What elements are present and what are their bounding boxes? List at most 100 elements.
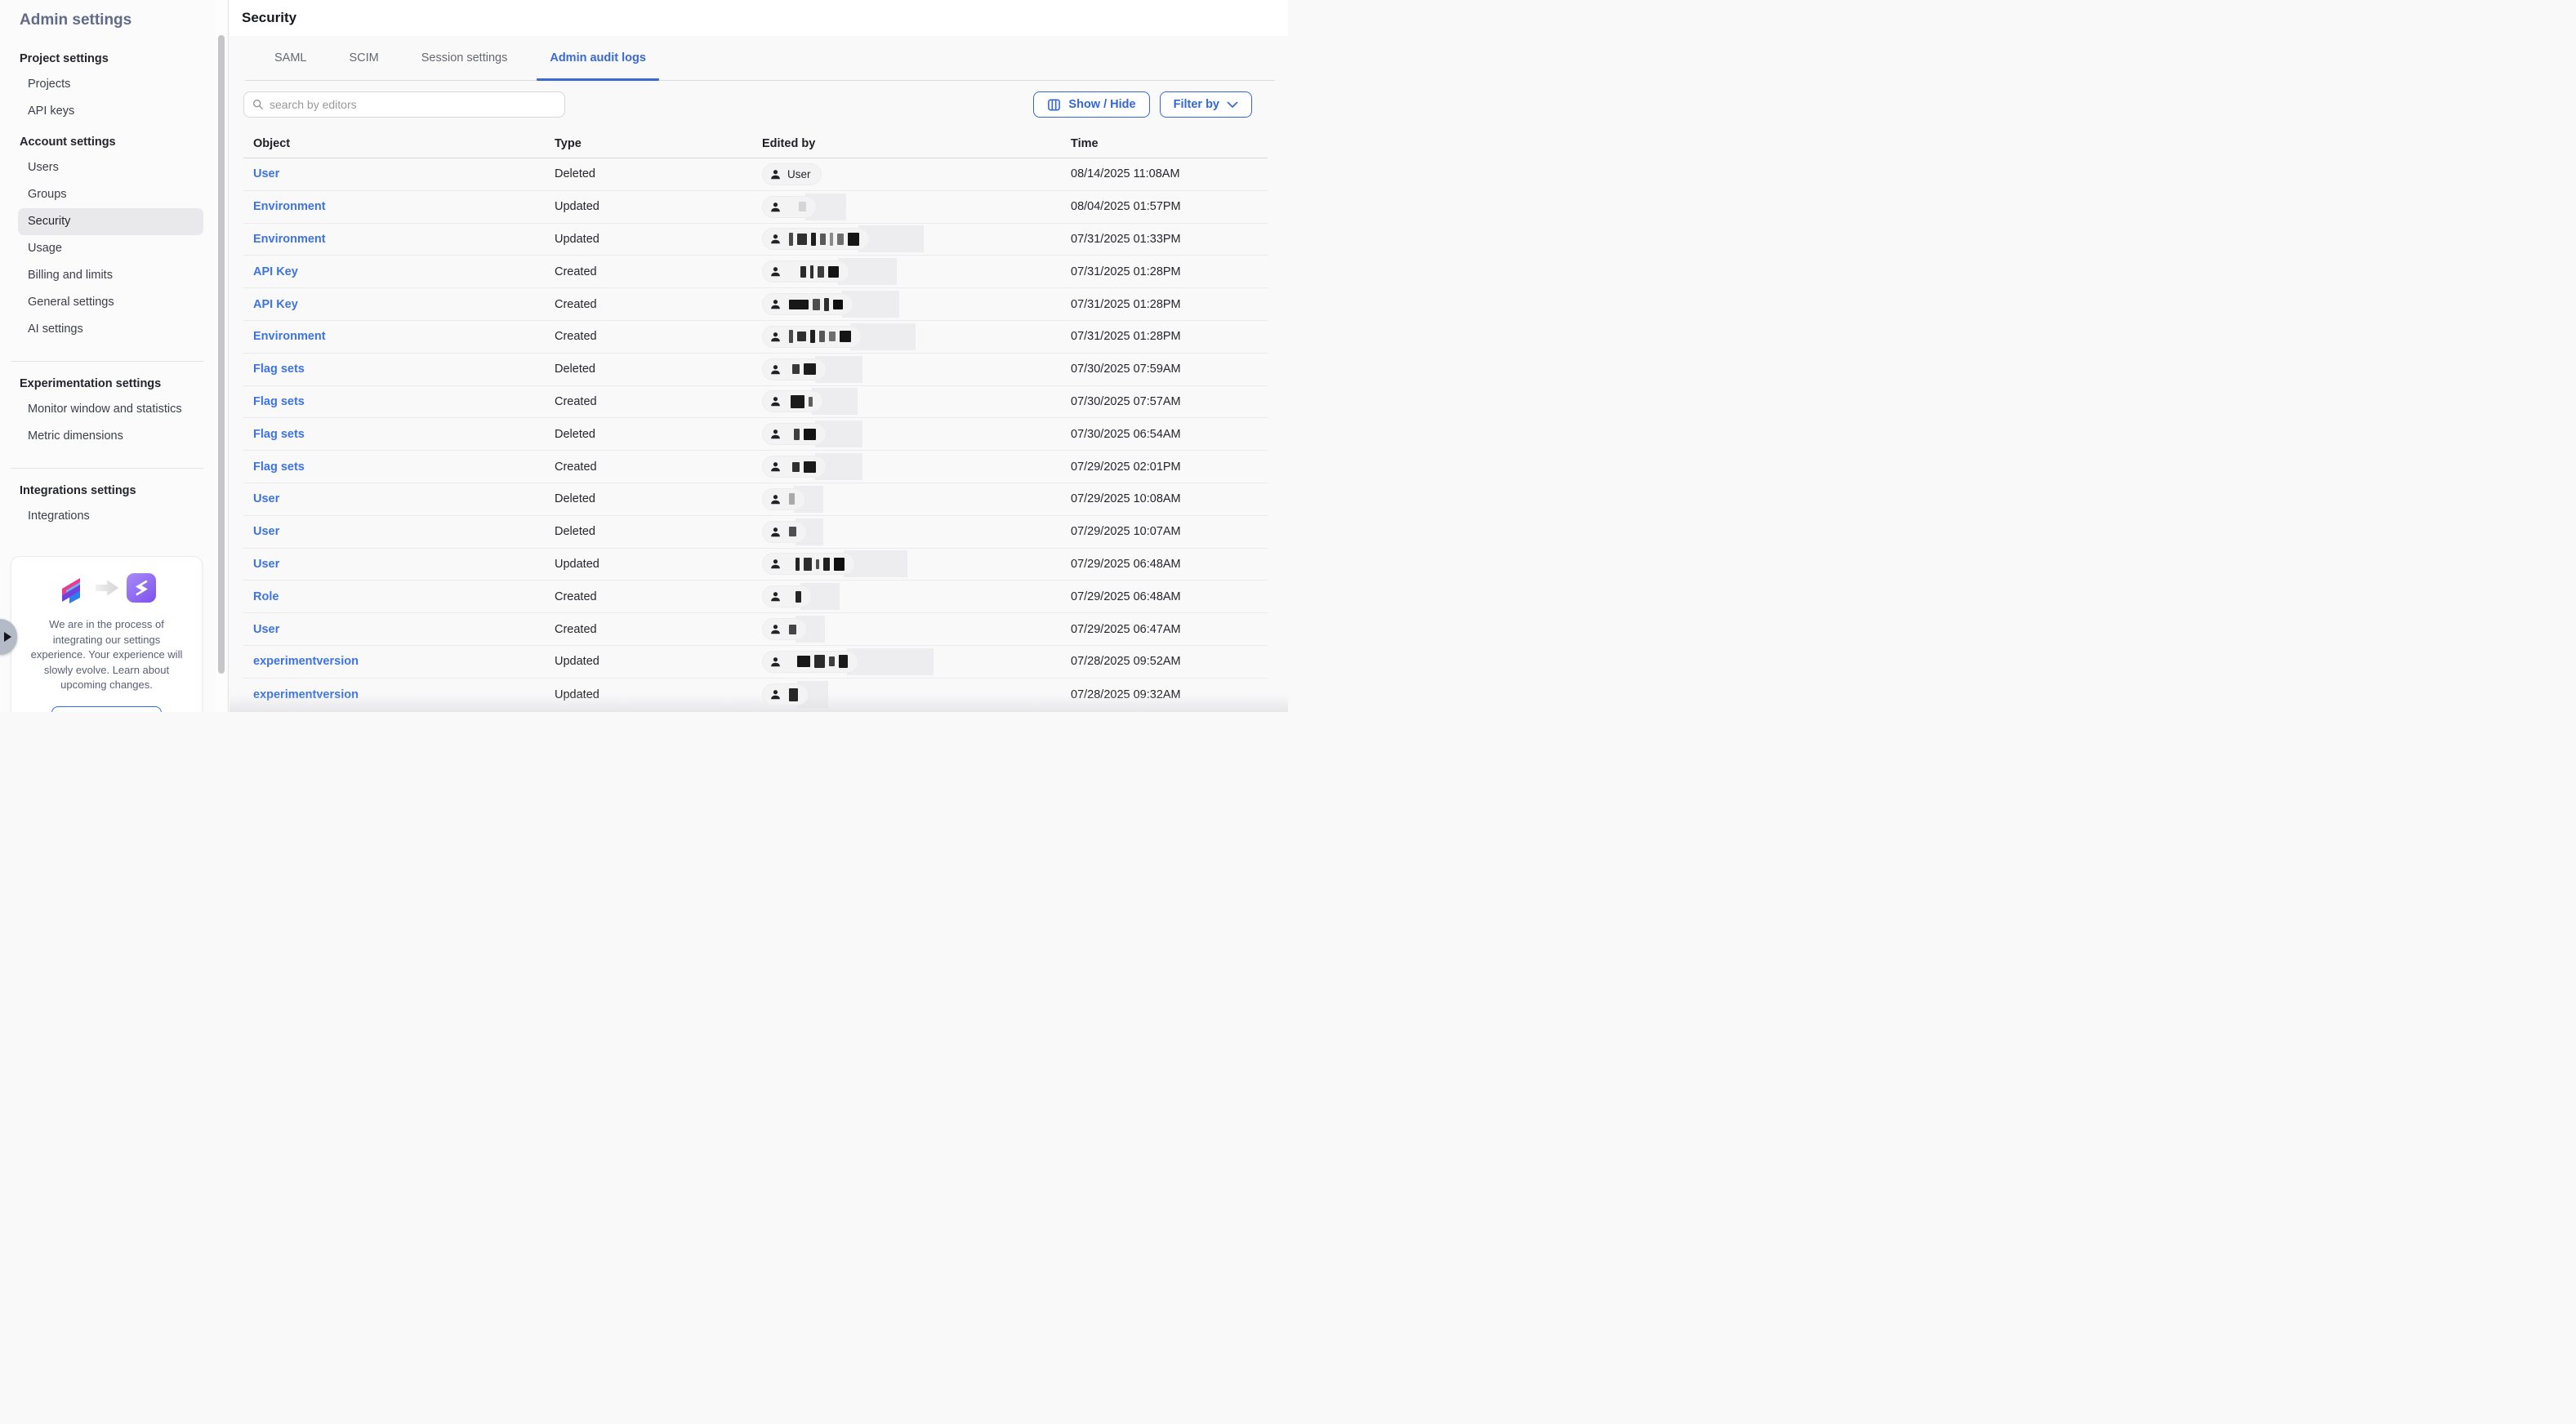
event-type: Updated xyxy=(555,233,599,246)
sidebar-item-users[interactable]: Users xyxy=(18,154,203,181)
event-time: 07/30/2025 07:59AM xyxy=(1071,363,1181,376)
person-icon xyxy=(769,298,782,310)
object-link-role[interactable]: Role xyxy=(253,590,279,603)
sidebar-item-groups[interactable]: Groups xyxy=(18,181,203,208)
promo-logos xyxy=(21,570,192,606)
object-link-environment[interactable]: Environment xyxy=(253,200,326,213)
sidebar-item-api-keys[interactable]: API keys xyxy=(18,98,203,125)
edited-by-cell xyxy=(762,194,1071,220)
table-body: User Deleted User 08/14/2025 11:08AM Environ… xyxy=(243,158,1268,711)
event-time: 07/28/2025 09:52AM xyxy=(1071,655,1181,668)
person-icon xyxy=(769,461,782,473)
object-link-user[interactable]: User xyxy=(253,623,279,636)
person-icon xyxy=(769,688,782,701)
page-header: Security xyxy=(230,0,1288,36)
event-type: Created xyxy=(555,395,597,408)
learn-more-button[interactable]: Learn more xyxy=(51,706,162,713)
editor-badge xyxy=(762,228,870,250)
event-type: Created xyxy=(555,461,597,474)
event-type: Deleted xyxy=(555,492,595,505)
column-header-time: Time xyxy=(1071,137,1268,150)
search-input[interactable] xyxy=(270,98,556,111)
event-type: Deleted xyxy=(555,167,595,180)
editor-badge xyxy=(762,651,858,673)
sidebar-item-billing-and-limits[interactable]: Billing and limits xyxy=(18,262,203,289)
table-row: User Deleted User 08/14/2025 11:08AM xyxy=(243,158,1268,191)
event-type: Deleted xyxy=(555,363,595,376)
editor-search[interactable] xyxy=(243,91,565,118)
event-time: 07/31/2025 01:33PM xyxy=(1071,233,1181,246)
table-row: EnvironmentUpdated08/04/2025 01:57PM xyxy=(243,191,1268,224)
event-time: 07/29/2025 02:01PM xyxy=(1071,461,1181,474)
editor-name: User xyxy=(787,168,811,180)
redacted-editor-name xyxy=(792,461,816,473)
sidebar-item-monitor-window-and-statistics[interactable]: Monitor window and statistics xyxy=(18,396,203,423)
event-time: 08/14/2025 11:08AM xyxy=(1071,167,1180,180)
redacted-editor-name xyxy=(789,493,795,505)
object-link-flag-sets[interactable]: Flag sets xyxy=(253,363,305,376)
redacted-editor-name xyxy=(799,202,806,211)
object-link-flag-sets[interactable]: Flag sets xyxy=(253,395,305,408)
editor-badge xyxy=(762,326,862,348)
editor-badge xyxy=(762,585,812,607)
sidebar-section-heading-experimentation-settings: Experimentation settings xyxy=(0,372,215,396)
edited-by-cell xyxy=(762,323,1071,350)
object-link-api-key[interactable]: API Key xyxy=(253,265,298,278)
tab-admin-audit-logs[interactable]: Admin audit logs xyxy=(548,36,648,80)
sidebar-scrollbar-thumb[interactable] xyxy=(218,35,225,674)
editor-badge: User xyxy=(762,163,822,185)
event-time: 07/31/2025 01:28PM xyxy=(1071,330,1181,343)
tab-session-settings[interactable]: Session settings xyxy=(420,36,510,80)
person-icon xyxy=(769,265,782,278)
security-content: SAML SCIM Session settings Admin audit l… xyxy=(230,36,1288,712)
editor-badge xyxy=(762,488,805,510)
redacted-editor-name xyxy=(789,688,798,701)
search-icon xyxy=(252,99,264,110)
editor-badge xyxy=(762,553,855,575)
filter-by-button[interactable]: Filter by xyxy=(1160,91,1252,118)
event-time: 07/29/2025 06:48AM xyxy=(1071,558,1181,571)
sidebar-item-security[interactable]: Security xyxy=(18,208,203,235)
object-link-environment[interactable]: Environment xyxy=(253,233,326,246)
event-time: 07/30/2025 07:57AM xyxy=(1071,395,1181,408)
person-icon xyxy=(769,656,782,668)
table-row: API KeyCreated07/31/2025 01:28PM xyxy=(243,256,1268,288)
sidebar-item-ai-settings[interactable]: AI settings xyxy=(18,316,203,343)
sidebar-item-integrations[interactable]: Integrations xyxy=(18,503,203,530)
object-link-user[interactable]: User xyxy=(253,558,279,571)
edited-by-cell xyxy=(762,583,1071,610)
table-row: UserDeleted07/29/2025 10:07AM xyxy=(243,516,1268,549)
object-link-user[interactable]: User xyxy=(253,167,279,180)
edited-by-cell xyxy=(762,356,1071,383)
person-icon xyxy=(769,526,782,538)
table-row: UserUpdated07/29/2025 06:48AM xyxy=(243,549,1268,581)
sidebar-item-usage[interactable]: Usage xyxy=(18,235,203,262)
object-link-user[interactable]: User xyxy=(253,492,279,505)
object-link-flag-sets[interactable]: Flag sets xyxy=(253,461,305,474)
event-type: Updated xyxy=(555,655,599,668)
show-hide-columns-button[interactable]: Show / Hide xyxy=(1033,91,1149,118)
object-link-experimentversion[interactable]: experimentversion xyxy=(253,655,359,668)
person-icon xyxy=(769,331,782,343)
person-icon xyxy=(769,363,782,376)
admin-settings-sidebar: Admin settings Project settingsProjectsA… xyxy=(0,0,229,712)
tab-scim[interactable]: SCIM xyxy=(348,36,381,80)
object-link-environment[interactable]: Environment xyxy=(253,330,326,343)
editor-badge xyxy=(762,521,807,543)
sidebar-item-general-settings[interactable]: General settings xyxy=(18,289,203,316)
sidebar-item-projects[interactable]: Projects xyxy=(18,71,203,98)
object-link-flag-sets[interactable]: Flag sets xyxy=(253,428,305,441)
edited-by-cell xyxy=(762,453,1071,480)
sidebar-item-metric-dimensions[interactable]: Metric dimensions xyxy=(18,423,203,450)
edited-by-cell xyxy=(762,486,1071,513)
event-time: 07/29/2025 06:47AM xyxy=(1071,623,1181,636)
redaction-blur-area xyxy=(847,648,934,675)
object-link-experimentversion[interactable]: experimentversion xyxy=(253,688,359,701)
editor-badge xyxy=(762,423,827,445)
object-link-api-key[interactable]: API Key xyxy=(253,298,298,311)
event-time: 07/29/2025 10:07AM xyxy=(1071,525,1181,538)
show-hide-label: Show / Hide xyxy=(1068,98,1135,111)
tab-saml[interactable]: SAML xyxy=(273,36,309,80)
edited-by-cell xyxy=(762,616,1071,643)
object-link-user[interactable]: User xyxy=(253,525,279,538)
